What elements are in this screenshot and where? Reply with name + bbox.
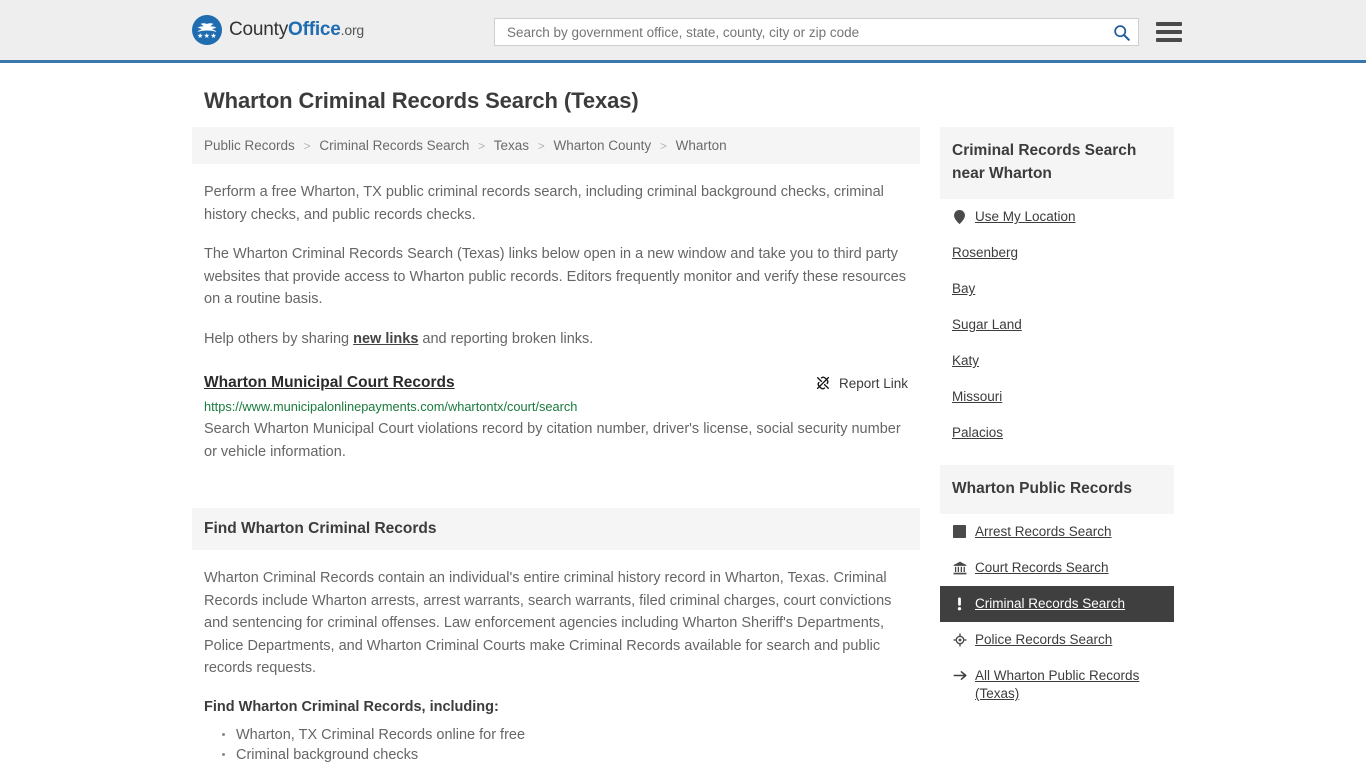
- sidebar-item-bay[interactable]: Bay: [940, 271, 1174, 307]
- result-link-block: Wharton Municipal Court Records Report L…: [204, 374, 908, 463]
- breadcrumb-item-texas[interactable]: Texas: [494, 138, 529, 153]
- sidebar-item-sugar-land[interactable]: Sugar Land: [940, 307, 1174, 343]
- content-row: Public Records > Criminal Records Search…: [192, 127, 1174, 768]
- breadcrumb-separator: >: [478, 139, 486, 153]
- map-pin-icon: [952, 209, 967, 224]
- sidebar-panel-public-records: Wharton Public Records Arrest Records Se…: [940, 465, 1174, 712]
- result-description: Search Wharton Municipal Court violation…: [204, 421, 901, 460]
- report-link-button[interactable]: Report Link: [815, 374, 908, 391]
- sidebar-near-link-label[interactable]: Sugar Land: [952, 316, 1022, 334]
- sidebar-item-all-wharton-public-records[interactable]: All Wharton Public Records (Texas): [940, 658, 1174, 712]
- breadcrumb-separator: >: [659, 139, 667, 153]
- sidebar-item-missouri[interactable]: Missouri: [940, 379, 1174, 415]
- eagle-seal-icon: ★★★: [192, 15, 222, 45]
- intro-paragraph-1: Perform a free Wharton, TX public crimin…: [204, 184, 884, 223]
- sidebar-item-arrest-records-search[interactable]: Arrest Records Search: [940, 514, 1174, 550]
- logo-text-county: County: [229, 19, 289, 40]
- breadcrumb: Public Records > Criminal Records Search…: [192, 127, 920, 164]
- find-section-subheading: Find Wharton Criminal Records, including…: [204, 698, 499, 715]
- search-box[interactable]: [494, 18, 1139, 46]
- sidebar-near-heading: Criminal Records Search near Wharton: [952, 142, 1137, 182]
- page-container: Wharton Criminal Records Search (Texas) …: [0, 88, 1366, 768]
- find-section-header: Find Wharton Criminal Records: [192, 508, 920, 550]
- share-text-after: and reporting broken links.: [418, 330, 594, 347]
- fingerprint-icon: [952, 524, 967, 539]
- sidebar-near-link-label[interactable]: Use My Location: [975, 208, 1076, 226]
- sidebar-item-katy[interactable]: Katy: [940, 343, 1174, 379]
- site-logo[interactable]: ★★★ CountyOffice.org: [192, 15, 364, 45]
- find-section-heading: Find Wharton Criminal Records: [204, 520, 437, 537]
- sidebar-near-link-label[interactable]: Palacios: [952, 424, 1003, 442]
- main-column: Public Records > Criminal Records Search…: [192, 127, 920, 768]
- hamburger-bar: [1156, 30, 1182, 34]
- courthouse-icon: [952, 560, 967, 575]
- exclamation-icon: [952, 596, 967, 611]
- site-header: ★★★ CountyOffice.org: [0, 0, 1366, 63]
- find-section-bullet-list: Wharton, TX Criminal Records online for …: [204, 725, 908, 768]
- intro-paragraph-2: The Wharton Criminal Records Search (Tex…: [204, 246, 906, 307]
- sidebar: Criminal Records Search near Wharton Use…: [940, 127, 1174, 726]
- sidebar-item-court-records-search[interactable]: Court Records Search: [940, 550, 1174, 586]
- hamburger-bar: [1156, 38, 1182, 42]
- result-title-row: Wharton Municipal Court Records Report L…: [204, 374, 908, 392]
- breadcrumb-item-criminal-records-search[interactable]: Criminal Records Search: [319, 138, 469, 153]
- sidebar-public-link-label[interactable]: All Wharton Public Records (Texas): [975, 667, 1162, 703]
- sidebar-near-link-label[interactable]: Katy: [952, 352, 979, 370]
- sidebar-item-criminal-records-search[interactable]: Criminal Records Search: [940, 586, 1174, 622]
- sidebar-near-header: Criminal Records Search near Wharton: [940, 127, 1174, 199]
- result-url: https://www.municipalonlinepayments.com/…: [204, 399, 578, 414]
- hamburger-bar: [1156, 22, 1182, 26]
- arrow-right-icon: [952, 668, 967, 683]
- logo-text-office: Office: [288, 19, 341, 40]
- sidebar-public-records-header: Wharton Public Records: [940, 465, 1174, 514]
- sidebar-public-link-label[interactable]: Court Records Search: [975, 559, 1109, 577]
- share-text-before: Help others by sharing: [204, 330, 354, 347]
- sidebar-public-link-label[interactable]: Arrest Records Search: [975, 523, 1112, 541]
- breadcrumb-item-wharton[interactable]: Wharton: [676, 138, 727, 153]
- list-item: Wharton criminal court and arrest record…: [234, 765, 908, 768]
- sidebar-item-rosenberg[interactable]: Rosenberg: [940, 235, 1174, 271]
- sidebar-panel-near-wharton: Criminal Records Search near Wharton Use…: [940, 127, 1174, 451]
- breadcrumb-item-wharton-county[interactable]: Wharton County: [554, 138, 652, 153]
- sidebar-item-use-my-location[interactable]: Use My Location: [940, 199, 1174, 235]
- report-link-label: Report Link: [838, 375, 908, 391]
- sidebar-near-link-label[interactable]: Rosenberg: [952, 244, 1018, 262]
- find-section-paragraph: Wharton Criminal Records contain an indi…: [204, 570, 892, 676]
- sidebar-near-list: Use My Location Rosenberg Bay Sugar Land…: [940, 199, 1174, 451]
- sidebar-item-palacios[interactable]: Palacios: [940, 415, 1174, 451]
- search-input[interactable]: [505, 23, 1113, 41]
- intro-paragraph-3: Help others by sharing new links and rep…: [204, 328, 908, 351]
- list-item: Criminal background checks: [222, 745, 908, 765]
- find-section-body: Wharton Criminal Records contain an indi…: [204, 567, 908, 768]
- header-search-area: [494, 18, 1182, 46]
- search-icon[interactable]: [1113, 24, 1130, 41]
- logo-text: CountyOffice.org: [229, 19, 364, 41]
- breadcrumb-item-public-records[interactable]: Public Records: [204, 138, 295, 153]
- sidebar-public-records-list: Arrest Records Search Court Records Sear…: [940, 514, 1174, 712]
- list-item: Wharton, TX Criminal Records online for …: [222, 725, 908, 745]
- breadcrumb-separator: >: [303, 139, 311, 153]
- sidebar-public-link-label[interactable]: Criminal Records Search: [975, 595, 1125, 613]
- new-links-link[interactable]: new links: [353, 331, 418, 347]
- logo-text-org: .org: [340, 22, 365, 38]
- page-title: Wharton Criminal Records Search (Texas): [204, 88, 639, 113]
- stars-icon: ★★★: [196, 33, 218, 40]
- sidebar-public-link-label[interactable]: Police Records Search: [975, 631, 1112, 649]
- sidebar-item-police-records-search[interactable]: Police Records Search: [940, 622, 1174, 658]
- breadcrumb-separator: >: [537, 139, 545, 153]
- police-badge-icon: [952, 632, 967, 647]
- sidebar-near-link-label[interactable]: Bay: [952, 280, 975, 298]
- result-title-link[interactable]: Wharton Municipal Court Records: [204, 374, 455, 392]
- sidebar-near-link-label[interactable]: Missouri: [952, 388, 1002, 406]
- broken-link-icon: [816, 376, 830, 390]
- hamburger-menu-icon[interactable]: [1156, 22, 1182, 42]
- sidebar-public-records-heading: Wharton Public Records: [952, 480, 1132, 497]
